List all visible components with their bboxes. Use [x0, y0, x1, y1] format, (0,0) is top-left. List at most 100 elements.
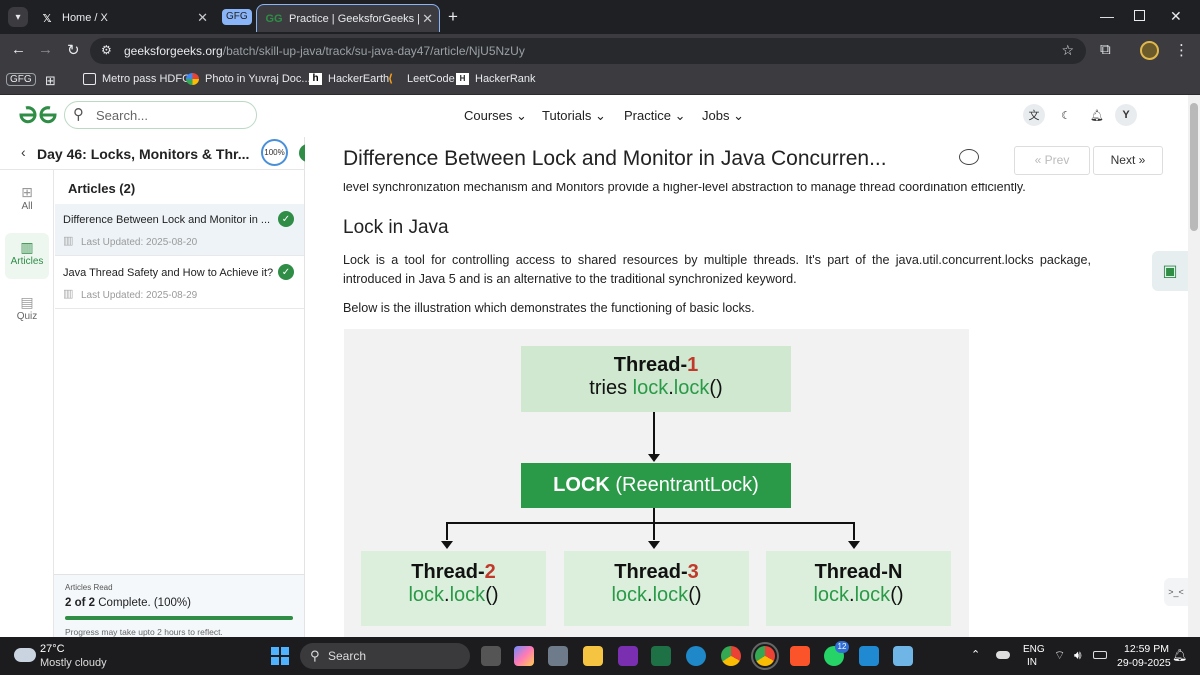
comment-icon[interactable]	[959, 149, 979, 165]
section-heading: Lock in Java	[343, 217, 449, 238]
bookmark-leetcode[interactable]: ⟨ LeetCode	[388, 73, 455, 85]
clock-time[interactable]: 12:59 PM	[1124, 643, 1169, 655]
extensions-icon[interactable]: ⧉	[1100, 41, 1111, 58]
rail-item-quiz[interactable]: ▤ Quiz	[5, 292, 49, 332]
google-photos-icon	[186, 73, 199, 85]
check-icon: ✓	[278, 211, 294, 227]
progress-label: Articles Read	[65, 583, 113, 592]
reload-icon[interactable]: ↻	[67, 41, 80, 59]
onenote-icon[interactable]	[618, 646, 638, 666]
course-sidebar: ‹ Day 46: Locks, Monitors & Thr... 100% …	[0, 137, 317, 637]
rail-item-all[interactable]: ⊞ All	[5, 182, 49, 222]
clipboard-icon: ▤	[20, 294, 34, 310]
site-info-icon[interactable]: ⚙	[101, 43, 112, 57]
scrollbar-thumb[interactable]	[1190, 103, 1198, 231]
notepad-icon[interactable]	[893, 646, 913, 666]
close-icon[interactable]: ✕	[197, 10, 208, 26]
menu-practice[interactable]: Practice ⌄	[624, 108, 686, 124]
bookmark-photo[interactable]: Photo in Yuvraj Doc...	[186, 73, 311, 85]
wifi-icon[interactable]: ⌔	[1054, 648, 1065, 663]
close-window-icon[interactable]: ✕	[1170, 8, 1182, 25]
task-view-icon[interactable]	[481, 646, 501, 666]
article-updated: Last Updated: 2025-08-29	[81, 290, 198, 301]
tab-home-x[interactable]: 𝕏 Home / X ✕	[30, 4, 214, 32]
bookmark-gfg[interactable]: GFG	[6, 73, 36, 86]
gfg-logo[interactable]	[18, 105, 58, 125]
menu-courses[interactable]: Courses ⌄	[464, 108, 527, 124]
windows-start-icon[interactable]	[271, 647, 289, 665]
menu-jobs[interactable]: Jobs ⌄	[702, 108, 744, 124]
minimize-icon[interactable]: —	[1100, 8, 1114, 24]
brave-icon[interactable]	[790, 646, 810, 666]
lock-label: LOCK	[553, 474, 610, 496]
chevron-up-icon[interactable]: ⌃	[971, 648, 980, 661]
excel-icon[interactable]	[651, 646, 671, 666]
prev-button[interactable]: « Prev	[1014, 146, 1090, 175]
tab-search-button[interactable]: ▾	[8, 7, 28, 27]
menu-label: Jobs	[702, 108, 730, 123]
gfg-group-icon: GFG	[6, 73, 36, 86]
chat-float-button[interactable]: ▣	[1152, 251, 1188, 291]
chrome-profile-icon[interactable]	[751, 642, 779, 670]
weather-cloud-icon[interactable]	[14, 648, 36, 662]
list-item[interactable]: Difference Between Lock and Monitor in .…	[55, 204, 304, 256]
back-icon[interactable]: ←	[11, 41, 26, 58]
apps-grid-icon[interactable]: ⊞	[45, 73, 56, 89]
next-button[interactable]: Next »	[1093, 146, 1163, 175]
page-scrollbar[interactable]	[1188, 95, 1200, 637]
diagram-arrow-head	[441, 541, 453, 549]
new-tab-button[interactable]: +	[448, 7, 458, 27]
search-icon: ⚲	[73, 106, 84, 123]
edge-icon[interactable]	[686, 646, 706, 666]
bookmark-metro-pass[interactable]: Metro pass HDFC	[83, 73, 190, 85]
volume-icon[interactable]: 🔊︎	[1074, 648, 1082, 663]
chrome-icon[interactable]	[721, 646, 741, 666]
lang-in[interactable]: IN	[1027, 657, 1037, 668]
search-icon: ⚲	[310, 648, 320, 663]
clock-date[interactable]: 29-09-2025	[1117, 657, 1171, 669]
code-float-button[interactable]: >_<	[1164, 578, 1188, 606]
copilot-icon[interactable]	[514, 646, 534, 666]
onedrive-icon[interactable]	[996, 651, 1010, 659]
diagram-text: ()	[688, 584, 702, 606]
lang-eng[interactable]: ENG	[1023, 644, 1045, 655]
chevron-left-icon[interactable]: ‹	[21, 144, 26, 160]
dark-mode-icon[interactable]: ☾	[1055, 104, 1077, 126]
translate-icon[interactable]: 文	[1023, 104, 1045, 126]
prev-label: Prev	[1044, 153, 1070, 167]
menu-label: Tutorials	[542, 108, 592, 123]
maximize-icon[interactable]	[1134, 10, 1145, 21]
close-icon[interactable]: ✕	[422, 11, 433, 27]
notification-bell-icon[interactable]: 🔔︎	[1172, 648, 1187, 662]
taskbar-search-box[interactable]: ⚲ Search	[300, 643, 470, 669]
book-icon: ▥	[20, 239, 34, 255]
forward-icon[interactable]: →	[38, 41, 53, 58]
list-item[interactable]: Java Thread Safety and How to Achieve it…	[55, 257, 304, 309]
diagram-arrow-head	[648, 454, 660, 462]
file-explorer-icon[interactable]	[583, 646, 603, 666]
diagram-thread-title: Thread-2	[361, 561, 546, 584]
omnibox[interactable]: ⚙ geeksforgeeks.org/batch/skill-up-java/…	[90, 38, 1086, 64]
site-header: ⚲ Search... Courses ⌄ Tutorials ⌄ Practi…	[0, 95, 1188, 137]
tab-group-gfg[interactable]: GFG	[222, 9, 252, 25]
calculator-icon[interactable]	[548, 646, 568, 666]
bookmark-star-icon[interactable]: ☆	[1061, 42, 1074, 59]
vscode-icon[interactable]	[859, 646, 879, 666]
user-avatar[interactable]: Y	[1115, 104, 1137, 126]
url-text[interactable]: geeksforgeeks.org/batch/skill-up-java/tr…	[124, 44, 525, 58]
bookmark-hackerearth[interactable]: h HackerEarth	[309, 73, 389, 85]
bell-icon[interactable]: 🔔︎	[1086, 104, 1108, 126]
menu-tutorials[interactable]: Tutorials ⌄	[542, 108, 606, 124]
weather-desc[interactable]: Mostly cloudy	[40, 657, 107, 669]
battery-icon[interactable]	[1093, 651, 1107, 659]
weather-temp[interactable]: 27°C	[40, 643, 65, 655]
diagram-text: lock	[449, 584, 486, 606]
progress-fill	[65, 616, 293, 620]
thread-num: 2	[484, 561, 496, 583]
bookmark-hackerrank[interactable]: H HackerRank	[456, 73, 536, 85]
browser-menu-icon[interactable]: ⋮	[1174, 41, 1189, 59]
site-search-box[interactable]: ⚲ Search...	[64, 101, 257, 129]
profile-avatar-icon[interactable]	[1140, 41, 1159, 60]
rail-item-articles[interactable]: ▥ Articles	[5, 233, 49, 279]
tab-practice-gfg[interactable]: GG Practice | GeeksforGeeks | A co ✕	[256, 4, 440, 32]
